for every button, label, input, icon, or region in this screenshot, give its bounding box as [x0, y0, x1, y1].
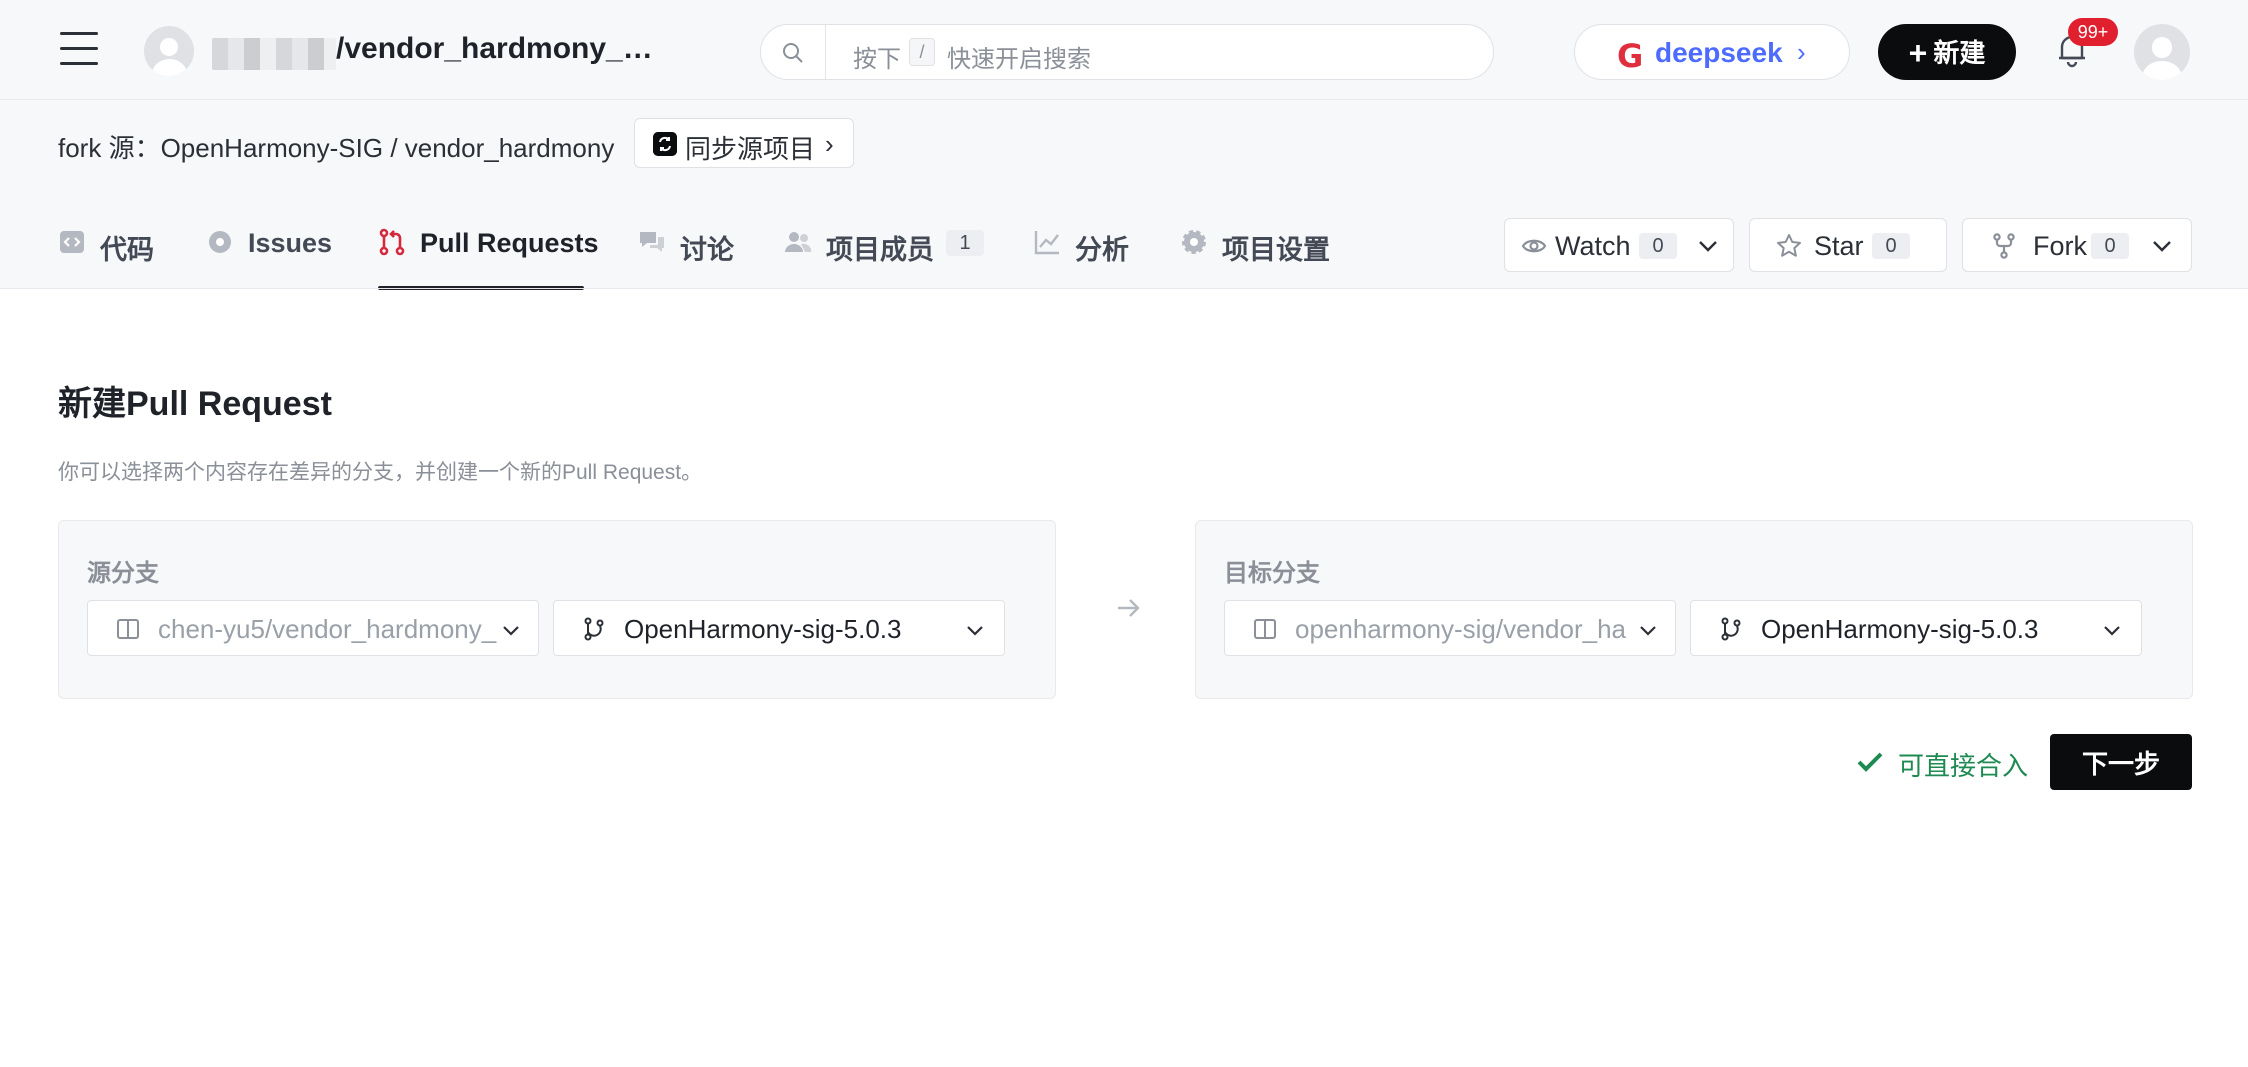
source-repo-value: chen-yu5/vendor_hardmony_ — [158, 614, 497, 644]
watch-button[interactable]: Watch 0 — [1504, 218, 1734, 272]
target-repo-value: openharmony-sig/vendor_ha — [1295, 614, 1626, 644]
branch-icon — [1721, 617, 1741, 641]
tab-members[interactable]: 项目成员 1 — [784, 218, 1004, 288]
star-count: 0 — [1872, 233, 1910, 259]
fork-button[interactable]: Fork 0 — [1962, 218, 2192, 272]
deepseek-button[interactable]: G deepseek › — [1574, 24, 1850, 80]
tab-code[interactable]: 代码 — [58, 218, 154, 288]
analytics-icon — [1034, 231, 1059, 255]
eye-icon — [1521, 239, 1547, 253]
sync-button-label: 同步源项目 — [685, 134, 816, 164]
page-title: 新建Pull Request — [58, 385, 332, 423]
sync-icon — [653, 132, 677, 156]
repo-icon — [1254, 619, 1276, 639]
star-icon — [1777, 234, 1801, 257]
watch-label: Watch — [1555, 231, 1631, 261]
chevron-down-icon — [2104, 626, 2120, 636]
chevron-down-icon — [1640, 626, 1656, 636]
sync-source-button[interactable]: 同步源项目 › — [634, 118, 854, 168]
deepseek-label: deepseek — [1655, 37, 1783, 68]
source-branch-select[interactable]: OpenHarmony-sig-5.0.3 — [553, 600, 1005, 656]
search-icon — [783, 43, 803, 63]
new-button[interactable]: + 新建 — [1878, 24, 2016, 80]
discussion-icon — [640, 232, 664, 252]
owner-avatar[interactable] — [144, 26, 194, 76]
source-branch-label: 源分支 — [87, 560, 159, 587]
chevron-down-icon — [967, 626, 983, 636]
chevron-down-icon[interactable] — [2149, 233, 2175, 259]
next-step-button[interactable]: 下一步 — [2050, 734, 2192, 790]
tab-label: 分析 — [1075, 235, 1129, 265]
search-box[interactable]: 按下 / 快速开启搜索 — [760, 24, 1494, 80]
tab-pull-requests[interactable]: Pull Requests — [378, 218, 599, 290]
target-branch-panel: 目标分支 openharmony-sig/vendor_ha OpenHarmo… — [1195, 520, 2193, 699]
owner-name-redacted — [212, 38, 336, 70]
user-avatar[interactable] — [2134, 24, 2190, 80]
watch-count: 0 — [1639, 233, 1677, 259]
source-repo-select[interactable]: chen-yu5/vendor_hardmony_ — [87, 600, 539, 656]
tab-label: 项目设置 — [1222, 235, 1330, 265]
target-branch-label: 目标分支 — [1224, 560, 1320, 587]
repo-title[interactable]: /vendor_hardmony_… — [336, 32, 653, 66]
new-button-label: 新建 — [1933, 37, 1986, 68]
target-branch-select[interactable]: OpenHarmony-sig-5.0.3 — [1690, 600, 2142, 656]
notification-badge: 99+ — [2068, 18, 2118, 46]
chevron-right-icon: › — [1797, 37, 1806, 67]
tab-label: Pull Requests — [420, 228, 599, 258]
fork-count: 0 — [2091, 233, 2129, 259]
tab-label: 项目成员 — [826, 235, 934, 265]
chevron-down-icon — [503, 626, 519, 636]
target-branch-value: OpenHarmony-sig-5.0.3 — [1761, 614, 2039, 644]
target-repo-select[interactable]: openharmony-sig/vendor_ha — [1224, 600, 1676, 656]
fork-icon — [1993, 233, 2015, 259]
repo-icon — [117, 619, 139, 639]
tab-discussion[interactable]: 讨论 — [638, 218, 788, 288]
tab-analytics[interactable]: 分析 — [1033, 218, 1183, 288]
merge-status-text: 可直接合入 — [1898, 751, 2029, 781]
tabs-divider — [0, 288, 2248, 289]
arrow-right-icon — [1118, 599, 1140, 617]
source-branch-panel: 源分支 chen-yu5/vendor_hardmony_ OpenHarmon… — [58, 520, 1056, 699]
search-shortcut-key: / — [909, 38, 935, 66]
code-icon — [60, 231, 84, 253]
members-icon — [785, 232, 812, 252]
members-count-badge: 1 — [946, 230, 984, 256]
search-placeholder: 快速开启搜索 — [947, 46, 1091, 73]
settings-icon — [1182, 230, 1206, 254]
tab-issues[interactable]: Issues — [206, 218, 382, 288]
top-navigation-bar: /vendor_hardmony_… 按下 / 快速开启搜索 G deepsee… — [0, 0, 2248, 100]
menu-icon[interactable] — [60, 32, 98, 68]
source-branch-value: OpenHarmony-sig-5.0.3 — [624, 614, 902, 644]
fork-label: Fork — [2033, 231, 2087, 261]
issues-icon — [209, 231, 231, 253]
plus-icon: + — [1908, 34, 1928, 71]
branch-icon — [584, 617, 604, 641]
tab-label: Issues — [248, 228, 333, 258]
chevron-right-icon: › — [825, 129, 834, 159]
deepseek-logo-icon: G — [1617, 37, 1644, 75]
pull-request-icon — [379, 228, 405, 256]
tab-settings[interactable]: 项目设置 — [1180, 218, 1370, 288]
chevron-down-icon[interactable] — [1695, 233, 1721, 259]
check-icon — [1857, 752, 1883, 772]
page-description: 你可以选择两个内容存在差异的分支，并创建一个新的Pull Request。 — [58, 461, 703, 484]
tab-label: 讨论 — [680, 235, 734, 265]
search-placeholder-press: 按下 — [853, 46, 901, 73]
fork-source-text[interactable]: fork 源：OpenHarmony-SIG / vendor_hardmony — [58, 128, 614, 165]
star-button[interactable]: Star 0 — [1749, 218, 1947, 272]
tab-label: 代码 — [100, 235, 154, 265]
star-label: Star — [1814, 231, 1864, 261]
